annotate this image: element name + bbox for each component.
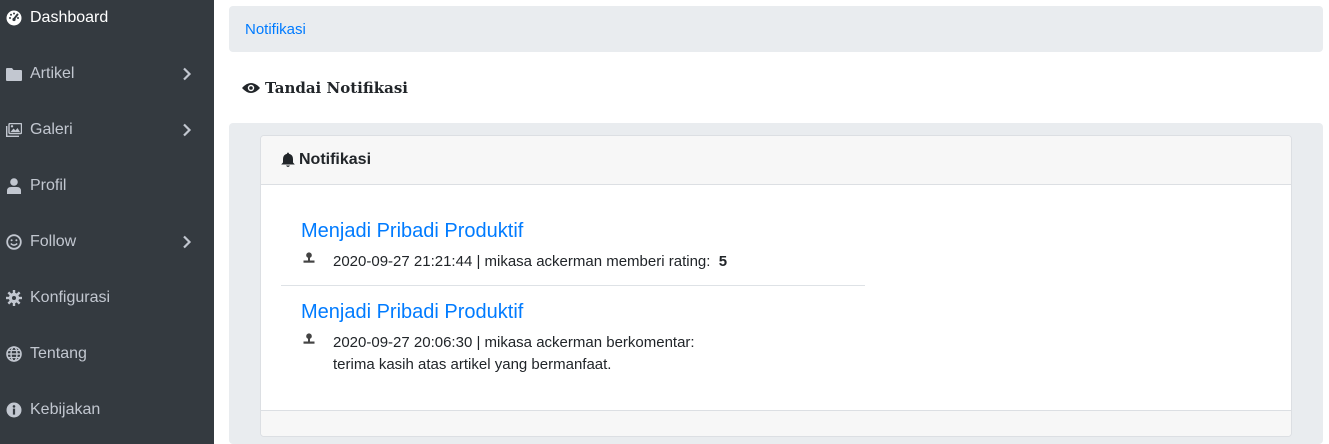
sidebar-item-profil[interactable]: Profil bbox=[0, 166, 214, 206]
notification-meta: 2020-09-27 21:21:44 | mikasa ackerman me… bbox=[281, 251, 865, 273]
card-title: Notifikasi bbox=[299, 151, 372, 168]
sidebar-item-galeri[interactable]: Galeri bbox=[0, 110, 214, 150]
breadcrumb: Notifikasi bbox=[229, 6, 1323, 52]
sidebar-item-follow[interactable]: Follow bbox=[0, 222, 214, 262]
notification-meta-line: 2020-09-27 21:21:44 | mikasa ackerman me… bbox=[333, 253, 711, 270]
sidebar-item-dashboard[interactable]: Dashboard bbox=[0, 0, 214, 38]
notification-comment: terima kasih atas artikel yang bermanfaa… bbox=[333, 356, 612, 373]
mark-notifications-button[interactable]: Tandai Notifikasi bbox=[242, 79, 408, 97]
info-circle-icon bbox=[6, 402, 22, 418]
cog-icon bbox=[6, 290, 22, 306]
sidebar-item-label: Dashboard bbox=[30, 9, 109, 26]
notification-card: Notifikasi Menjadi Pribadi Produktif 202… bbox=[260, 135, 1292, 437]
sidebar-item-label: Profil bbox=[30, 177, 67, 194]
main-content: Notifikasi Tandai Notifikasi Notifikasi … bbox=[214, 0, 1329, 444]
chevron-right-icon bbox=[183, 67, 192, 81]
mark-notifications-label: Tandai Notifikasi bbox=[265, 79, 408, 97]
notification-item: Menjadi Pribadi Produktif 2020-09-27 20:… bbox=[281, 301, 865, 376]
sidebar-item-tentang[interactable]: Tentang bbox=[0, 334, 214, 374]
sidebar: Dashboard Artikel Galeri Profil Follow K… bbox=[0, 0, 214, 444]
smile-icon bbox=[6, 234, 22, 250]
sidebar-item-label: Artikel bbox=[30, 65, 75, 82]
sidebar-item-label: Galeri bbox=[30, 121, 73, 138]
notification-meta-text: 2020-09-27 21:21:44 | mikasa ackerman me… bbox=[333, 251, 727, 273]
sidebar-item-label: Kebijakan bbox=[30, 401, 101, 418]
rating-value: 5 bbox=[718, 253, 728, 270]
breadcrumb-link[interactable]: Notifikasi bbox=[245, 21, 306, 38]
card-header: Notifikasi bbox=[261, 136, 1291, 185]
card-footer bbox=[261, 410, 1291, 436]
sidebar-item-artikel[interactable]: Artikel bbox=[0, 54, 214, 94]
globe-icon bbox=[6, 346, 22, 362]
bell-icon bbox=[281, 152, 295, 167]
sidebar-item-label: Konfigurasi bbox=[30, 289, 111, 306]
chevron-right-icon bbox=[183, 235, 192, 249]
user-icon bbox=[6, 178, 22, 194]
sidebar-item-konfigurasi[interactable]: Konfigurasi bbox=[0, 278, 214, 318]
chevron-right-icon bbox=[183, 123, 192, 137]
notification-title-link[interactable]: Menjadi Pribadi Produktif bbox=[281, 301, 865, 324]
images-icon bbox=[6, 122, 22, 138]
tachometer-icon bbox=[6, 10, 22, 26]
sidebar-item-label: Follow bbox=[30, 233, 77, 250]
notification-divider bbox=[281, 285, 865, 286]
notification-meta: 2020-09-27 20:06:30 | mikasa ackerman be… bbox=[281, 332, 865, 376]
folder-icon bbox=[6, 66, 22, 82]
notification-meta-line: 2020-09-27 20:06:30 | mikasa ackerman be… bbox=[333, 334, 695, 351]
notification-meta-text: 2020-09-27 20:06:30 | mikasa ackerman be… bbox=[333, 332, 695, 376]
notification-item: Menjadi Pribadi Produktif 2020-09-27 21:… bbox=[281, 220, 865, 273]
sidebar-item-kebijakan[interactable]: Kebijakan bbox=[0, 390, 214, 430]
eye-icon bbox=[242, 83, 260, 93]
notification-title-link[interactable]: Menjadi Pribadi Produktif bbox=[281, 220, 865, 243]
sidebar-item-label: Tentang bbox=[30, 345, 87, 362]
user-icon bbox=[303, 252, 315, 263]
user-icon bbox=[303, 333, 315, 344]
